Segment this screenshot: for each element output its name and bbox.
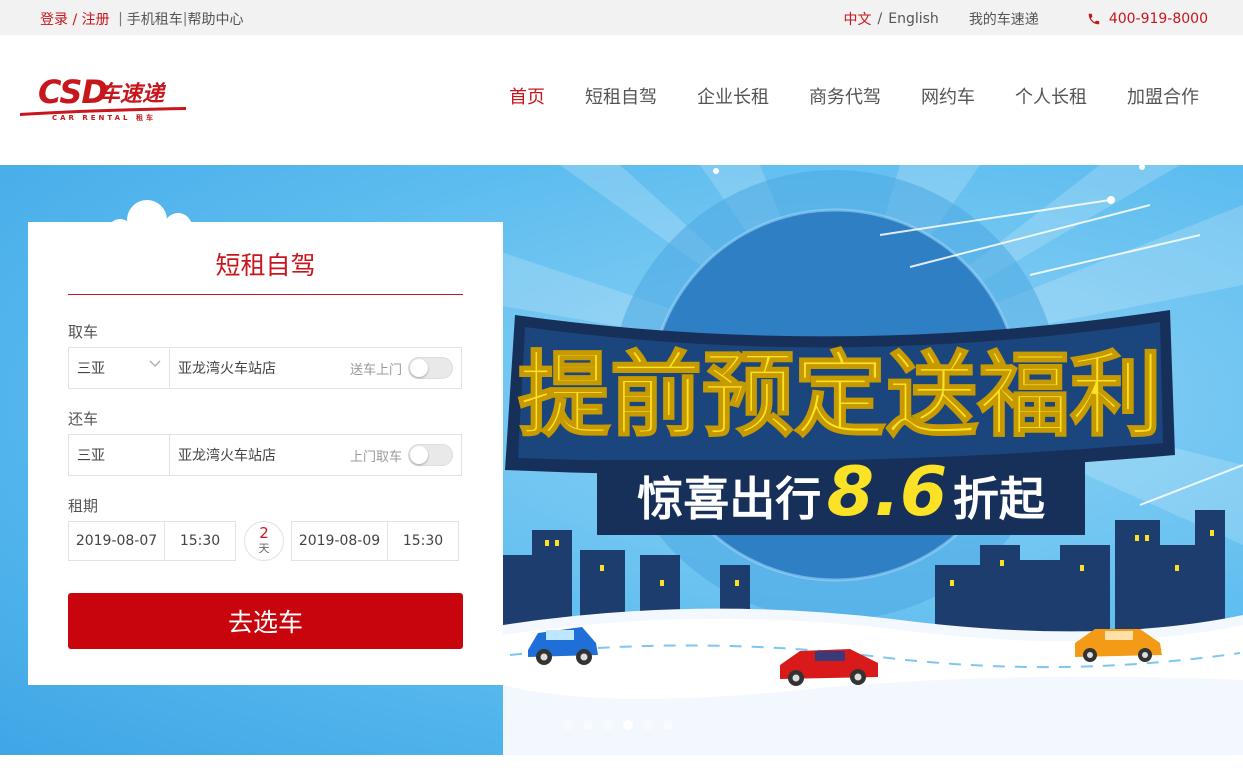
promo-subline-prefix: 惊喜出行: [637, 472, 821, 526]
rental-days-count: 2: [259, 524, 269, 542]
pickup-row: 三亚 亚龙湾火车站店 送车上门: [68, 347, 462, 389]
start-datetime: 2019-08-07 15:30: [68, 521, 236, 561]
rental-days-badge: 2 天: [244, 521, 284, 561]
return-store-input[interactable]: 亚龙湾火车站店: [170, 445, 350, 465]
return-row: 三亚 亚龙湾火车站店 上门取车: [68, 434, 462, 476]
top-utility-bar: 登录 / 注册 | 手机租车 | 帮助中心 中文 / English 我的车速递…: [0, 0, 1243, 35]
main-nav: 首页 短租自驾 企业长租 商务代驾 网约车 个人长租 加盟合作: [469, 83, 1199, 109]
lang-english[interactable]: English: [888, 11, 939, 27]
nav-short-rental[interactable]: 短租自驾: [585, 83, 657, 109]
nav-ride-hailing[interactable]: 网约车: [921, 83, 975, 109]
carousel-dots: [563, 720, 683, 730]
promo-discount-number: 8.6: [827, 453, 947, 532]
help-center-link[interactable]: 帮助中心: [188, 9, 244, 29]
phone-number: 400-919-8000: [1108, 11, 1208, 27]
start-time-field[interactable]: 15:30: [165, 522, 235, 560]
chevron-down-icon: [149, 360, 161, 367]
pickup-label: 取车: [68, 323, 99, 341]
return-city-value: 三亚: [77, 448, 105, 464]
end-datetime: 2019-08-09 15:30: [291, 521, 459, 561]
login-register-link[interactable]: 登录 / 注册: [40, 9, 110, 29]
pickup-store-input[interactable]: 亚龙湾火车站店: [170, 358, 350, 378]
my-account-link[interactable]: 我的车速递: [969, 9, 1039, 29]
svg-text:CSD: CSD: [38, 73, 107, 111]
mobile-rental-link[interactable]: 手机租车: [127, 9, 183, 29]
carousel-dot[interactable]: [643, 720, 653, 730]
lang-chinese[interactable]: 中文: [844, 9, 872, 29]
pickup-city-value: 三亚: [77, 361, 105, 377]
booking-panel: 短租自驾 取车 三亚 亚龙湾火车站店 送车上门 还车 三亚 亚龙湾火车站店 上门…: [28, 222, 503, 685]
svg-text:车速递: 车速递: [98, 81, 167, 107]
toggle-knob: [410, 446, 428, 464]
choose-car-button[interactable]: 去选车: [68, 593, 463, 649]
pickup-city-select[interactable]: 三亚: [69, 348, 170, 388]
toggle-knob: [410, 359, 428, 377]
end-date-field[interactable]: 2019-08-09: [292, 522, 388, 560]
return-city-select[interactable]: 三亚: [69, 435, 170, 475]
divider: |: [113, 11, 123, 27]
start-date-field[interactable]: 2019-08-07: [69, 522, 165, 560]
carousel-dot[interactable]: [663, 720, 673, 730]
lang-separator: /: [877, 11, 883, 27]
pickup-service-label: 上门取车: [349, 449, 402, 465]
promo-subline-suffix: 折起: [953, 472, 1046, 526]
delivery-option-label: 送车上门: [349, 362, 402, 378]
period-label: 租期: [68, 497, 99, 515]
end-time-field[interactable]: 15:30: [388, 522, 458, 560]
svg-text:CAR RENTAL 租车: CAR RENTAL 租车: [52, 113, 156, 121]
delivery-toggle[interactable]: [408, 357, 453, 379]
csd-logo[interactable]: CSD 车速递 CAR RENTAL 租车: [18, 69, 188, 121]
nav-home[interactable]: 首页: [509, 83, 545, 109]
carousel-dot[interactable]: [603, 720, 613, 730]
carousel-dot[interactable]: [583, 720, 593, 730]
rental-days-unit: 天: [258, 542, 270, 555]
nav-personal-lease[interactable]: 个人长租: [1015, 83, 1087, 109]
nav-franchise[interactable]: 加盟合作: [1127, 83, 1199, 109]
language-switcher: 中文 / English: [844, 9, 939, 29]
carousel-dot[interactable]: [563, 720, 573, 730]
promo-headline: 提前预定送福利: [518, 342, 1162, 449]
phone-icon: [1088, 13, 1100, 25]
hotline: 400-919-8000: [1087, 11, 1208, 27]
nav-business-chauffeur[interactable]: 商务代驾: [809, 83, 881, 109]
carousel-dot-active[interactable]: [623, 720, 633, 730]
return-label: 还车: [68, 410, 99, 428]
booking-title: 短租自驾: [68, 246, 463, 295]
site-header: CSD 车速递 CAR RENTAL 租车 首页 短租自驾 企业长租 商务代驾 …: [0, 35, 1243, 165]
pickup-service-toggle[interactable]: [408, 444, 453, 466]
nav-enterprise-lease[interactable]: 企业长租: [697, 83, 769, 109]
